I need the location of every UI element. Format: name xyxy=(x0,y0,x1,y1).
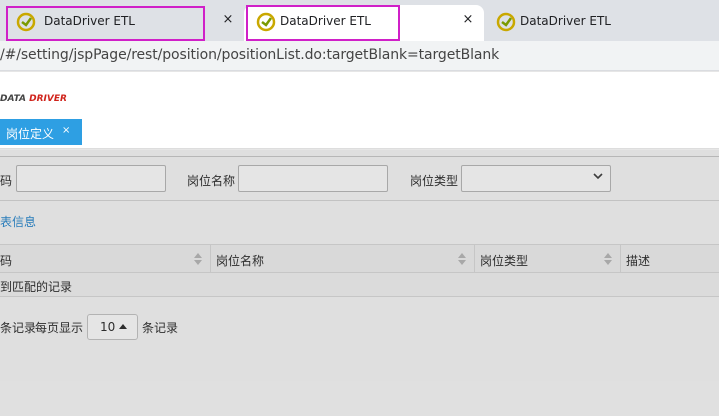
address-bar[interactable]: /#/setting/jspPage/rest/position/positio… xyxy=(0,41,719,71)
app-tab-bar: 岗位定义 × xyxy=(0,116,719,149)
browser-tab-3[interactable]: DataDriver ETL xyxy=(484,5,719,41)
modal-backdrop xyxy=(0,150,719,416)
tab-position-definition[interactable]: 岗位定义 × xyxy=(0,119,82,145)
datadriver-logo: DATA DRIVER xyxy=(0,94,67,104)
tab-close-icon[interactable]: × xyxy=(62,125,70,136)
url-text[interactable]: /#/setting/jspPage/rest/position/positio… xyxy=(0,47,499,63)
browser-tab-title: DataDriver ETL xyxy=(520,14,611,28)
tab-close-icon[interactable]: × xyxy=(460,12,476,27)
tab-close-icon[interactable]: × xyxy=(220,12,236,27)
tab-label: 岗位定义 xyxy=(6,127,55,141)
browser-tab-strip: DataDriver ETL × DataDriver ETL × DataDr… xyxy=(0,0,719,42)
datadriver-favicon-icon xyxy=(496,12,516,32)
app-header: DATA DRIVER xyxy=(0,72,719,116)
highlight-box xyxy=(246,5,400,41)
highlight-box xyxy=(6,6,205,41)
